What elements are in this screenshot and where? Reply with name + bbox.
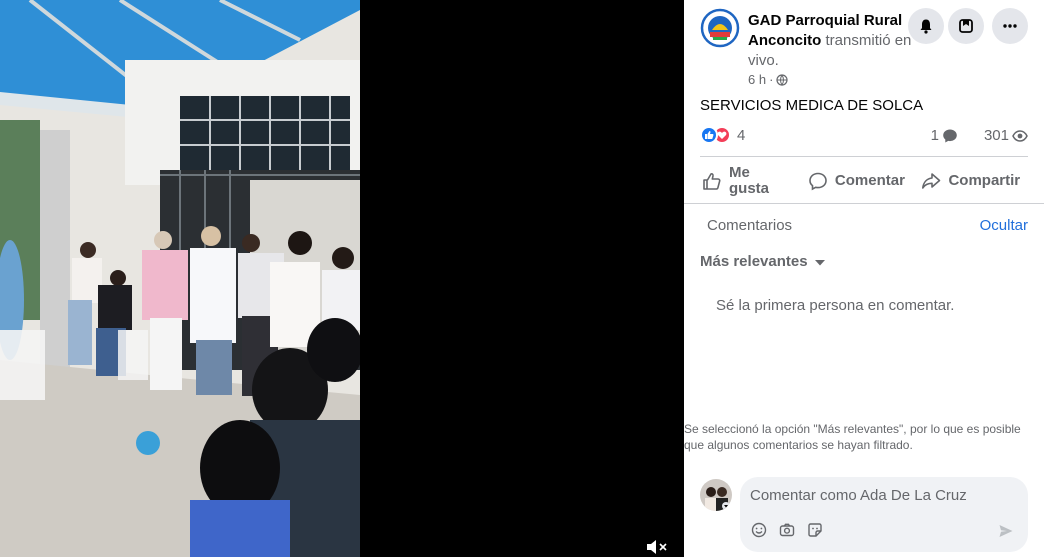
hide-comments-link[interactable]: Ocultar [980,217,1028,234]
post-header-text: GAD Parroquial Rural Anconcito transmiti… [748,11,913,71]
volume-button[interactable] [645,538,671,556]
more-dots-icon [1003,24,1017,28]
video-player[interactable] [0,0,684,557]
divider [700,156,1028,157]
bookmark-box-icon [959,19,973,33]
page-avatar[interactable] [700,8,740,48]
comment-input[interactable]: Comentar como Ada De La Cruz [750,487,967,504]
caret-down-icon [814,259,825,265]
comment-count[interactable]: 1 [931,127,939,144]
comment-button[interactable]: Comentar [799,159,913,203]
muted-speaker-icon [647,540,667,554]
post-stats: 1 301 [931,127,1028,144]
reaction-count: 4 [737,126,746,144]
thumbs-up-outline-icon [703,173,721,190]
camera-icon[interactable] [779,522,795,538]
post-panel: GAD Parroquial Rural Anconcito transmiti… [684,0,1044,557]
post-actions: Me gusta Comentar Compartir [700,159,1028,203]
save-button[interactable] [948,8,984,44]
share-icon [922,173,941,189]
like-label: Me gusta [729,164,770,197]
comments-heading: Comentarios [707,217,793,234]
more-options-button[interactable] [992,8,1028,44]
like-button[interactable]: Me gusta [700,159,799,203]
composer-tools [751,522,823,538]
share-label: Compartir [948,172,1021,189]
live-video-scene [0,0,360,557]
view-count: 301 [983,127,1009,144]
post-message: SERVICIOS MEDICA DE SOLCA [700,97,924,114]
empty-comments-text: Sé la primera persona en comentar. [716,297,955,314]
emoji-icon[interactable] [751,522,767,538]
filter-note: Se seleccionó la opción "Más relevantes"… [684,422,1021,452]
bell-icon [920,19,932,34]
comment-label: Comentar [834,172,905,189]
current-user-avatar[interactable] [700,479,732,511]
share-button[interactable]: Compartir [914,159,1028,203]
reactions-summary[interactable]: 4 [700,126,745,144]
page-logo [700,8,740,48]
meta-separator: · [769,72,774,87]
comment-composer[interactable]: Comentar como Ada De La Cruz [740,477,1028,552]
post-time[interactable]: 6 h [748,72,766,87]
notifications-button[interactable] [908,8,944,44]
sticker-icon[interactable] [807,522,823,538]
section-divider [684,203,1044,204]
sort-label: Más relevantes [700,253,808,270]
eye-icon [1012,129,1028,142]
globe-icon [776,73,789,86]
post-meta: 6 h · [748,72,789,87]
thumbs-up-icon [700,126,718,144]
comment-outline-icon [809,172,827,191]
video-frame[interactable] [0,0,360,557]
avatar [700,479,732,511]
comment-icon [943,129,957,142]
send-icon[interactable] [998,523,1014,539]
comment-sort-dropdown[interactable]: Más relevantes [700,253,826,270]
